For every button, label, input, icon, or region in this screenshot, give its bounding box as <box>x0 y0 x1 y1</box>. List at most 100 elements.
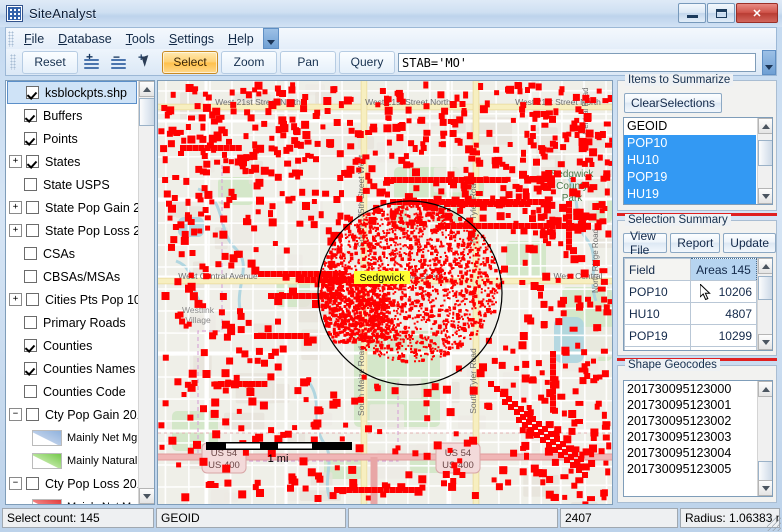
scroll-thumb[interactable] <box>139 98 154 126</box>
summary-table-container[interactable]: Field Areas 145 POP10 10206 HU10 4807 POP19 102… <box>623 257 773 351</box>
scroll-down-button[interactable] <box>758 480 772 496</box>
update-button[interactable]: Update <box>723 233 776 253</box>
layer-visibility-checkbox[interactable] <box>26 86 39 99</box>
summarize-field-option[interactable]: POP10 <box>624 135 756 152</box>
summary-row[interactable]: HU194840 <box>624 346 757 350</box>
layer-visibility-checkbox[interactable] <box>26 293 39 306</box>
menu-file[interactable]: File <box>17 30 51 48</box>
map-view[interactable]: US 54 US 400 US 54 US 400 West 21st Street N… <box>157 80 613 505</box>
layer-item-state-usps[interactable]: State USPS <box>6 173 138 196</box>
menu-database[interactable]: Database <box>51 30 119 48</box>
menu-overflow-button[interactable] <box>262 28 279 49</box>
layer-visibility-checkbox[interactable] <box>26 201 39 214</box>
layer-item-state-pop-loss-20[interactable]: + State Pop Loss 20 <box>6 219 138 242</box>
layer-visibility-checkbox[interactable] <box>26 477 39 490</box>
layer-legend-item[interactable]: Mainly Natural In· <box>6 449 138 472</box>
scroll-down-button[interactable] <box>758 334 772 350</box>
layer-item-counties-code[interactable]: Counties Code <box>6 380 138 403</box>
scroll-up-button[interactable] <box>139 81 154 97</box>
layer-visibility-checkbox[interactable] <box>26 224 39 237</box>
scroll-up-button[interactable] <box>758 381 772 397</box>
layer-item-counties-names[interactable]: Counties Names <box>6 357 138 380</box>
expand-icon[interactable]: + <box>9 224 22 237</box>
scroll-down-button[interactable] <box>758 188 772 204</box>
collapse-icon[interactable]: − <box>9 477 22 490</box>
map-canvas[interactable]: US 54US 400US 54US 400West 21st Street N… <box>158 81 612 504</box>
layer-visibility-checkbox[interactable] <box>24 385 37 398</box>
menu-settings[interactable]: Settings <box>162 30 221 48</box>
geocode-item[interactable]: 201730095123004 <box>624 445 757 461</box>
summarize-field-option[interactable]: HU19 <box>624 186 756 203</box>
maximize-button[interactable] <box>707 3 735 23</box>
layer-visibility-checkbox[interactable] <box>24 270 37 283</box>
report-button[interactable]: Report <box>670 233 721 253</box>
layer-visibility-checkbox[interactable] <box>26 408 39 421</box>
zoom-tool-button[interactable]: Zoom <box>221 50 277 74</box>
close-button[interactable]: ✕ <box>736 3 778 23</box>
select-add-cursor-icon[interactable]: + <box>135 52 159 73</box>
menu-grip[interactable] <box>8 30 14 47</box>
summary-row[interactable]: POP19 10299 <box>624 324 757 347</box>
minimize-button[interactable] <box>678 3 706 23</box>
layer-item-state-pop-gain-20[interactable]: + State Pop Gain 20· <box>6 196 138 219</box>
layer-item-cities-pts-pop-100[interactable]: + Cities Pts Pop 100· <box>6 288 138 311</box>
expand-icon[interactable]: + <box>9 155 22 168</box>
summarize-fields-listbox[interactable]: GEOIDPOP10HU10POP19HU19GQ19UA <box>623 117 773 205</box>
view-file-button[interactable]: View File <box>623 229 668 257</box>
geocode-item[interactable]: 201730095123000 <box>624 381 757 397</box>
layers-list[interactable]: ksblockpts.shp Buffers Points + States State … <box>6 81 138 504</box>
geocode-item[interactable]: 201730095123002 <box>624 413 757 429</box>
expand-icon[interactable]: + <box>9 201 22 214</box>
layer-visibility-checkbox[interactable] <box>24 339 37 352</box>
summarize-field-option[interactable]: HU10 <box>624 152 756 169</box>
pan-tool-button[interactable]: Pan <box>280 50 336 74</box>
summary-column-areas[interactable]: Areas 145 <box>690 258 757 281</box>
expand-icon[interactable]: + <box>9 293 22 306</box>
clear-selections-button[interactable]: ClearSelections <box>624 93 723 113</box>
scroll-up-button[interactable] <box>758 118 772 134</box>
fields-scrollbar[interactable] <box>757 118 772 204</box>
geocode-item[interactable]: 201730095123003 <box>624 429 757 445</box>
zoom-in-layers-icon[interactable]: + <box>81 51 105 73</box>
geocodes-list[interactable]: 201730095123000 201730095123001 2017300951… <box>624 381 757 496</box>
layer-legend-item[interactable]: Mainly Net Mgrat· <box>6 495 138 504</box>
layer-item-states[interactable]: + States <box>6 150 138 173</box>
layer-item-buffers[interactable]: Buffers <box>6 104 138 127</box>
geocodes-listbox[interactable]: 201730095123000 201730095123001 2017300951… <box>623 380 773 497</box>
layer-legend-item[interactable]: Mainly Net Mgrat· <box>6 426 138 449</box>
reset-button[interactable]: Reset <box>22 50 78 74</box>
layer-visibility-checkbox[interactable] <box>26 155 39 168</box>
layer-item-cty-pop-loss-2010[interactable]: − Cty Pop Loss 2010 <box>6 472 138 495</box>
query-button[interactable]: Query <box>339 50 395 74</box>
select-tool-button[interactable]: Select <box>162 50 218 74</box>
query-input[interactable]: STAB='MO' <box>398 52 756 72</box>
layer-visibility-checkbox[interactable] <box>24 109 37 122</box>
layer-item-cbsas-msas[interactable]: CBSAs/MSAs <box>6 265 138 288</box>
toolbar-overflow-button[interactable] <box>762 49 776 75</box>
scroll-down-button[interactable] <box>139 488 154 504</box>
layer-visibility-checkbox[interactable] <box>24 132 37 145</box>
resize-grip[interactable] <box>767 517 781 531</box>
layer-item-csas[interactable]: CSAs <box>6 242 138 265</box>
layer-visibility-checkbox[interactable] <box>24 362 37 375</box>
collapse-icon[interactable]: − <box>9 408 22 421</box>
layer-item-primary-roads[interactable]: Primary Roads <box>6 311 138 334</box>
scroll-up-button[interactable] <box>758 258 772 274</box>
geocodes-scrollbar[interactable] <box>757 381 772 496</box>
layer-item-cty-pop-gain-2010[interactable]: − Cty Pop Gain 2010 <box>6 403 138 426</box>
layer-visibility-checkbox[interactable] <box>24 247 37 260</box>
menu-tools[interactable]: Tools <box>119 30 162 48</box>
scroll-thumb[interactable] <box>758 276 772 300</box>
geocode-item[interactable]: 201730095123001 <box>624 397 757 413</box>
summary-row[interactable]: HU10 4807 <box>624 302 757 325</box>
toolbar-grip[interactable] <box>10 54 16 70</box>
summarize-field-option[interactable]: GEOID <box>624 118 756 135</box>
layer-visibility-checkbox[interactable] <box>24 316 37 329</box>
summary-scrollbar[interactable] <box>757 258 772 350</box>
layer-visibility-checkbox[interactable] <box>24 178 37 191</box>
fields-list[interactable]: GEOIDPOP10HU10POP19HU19GQ19UA <box>624 118 756 204</box>
zoom-out-layers-icon[interactable]: − <box>108 51 132 73</box>
summarize-field-option[interactable]: POP19 <box>624 169 756 186</box>
layer-item-points[interactable]: Points <box>6 127 138 150</box>
summary-row[interactable]: POP10 10206 <box>624 280 757 303</box>
